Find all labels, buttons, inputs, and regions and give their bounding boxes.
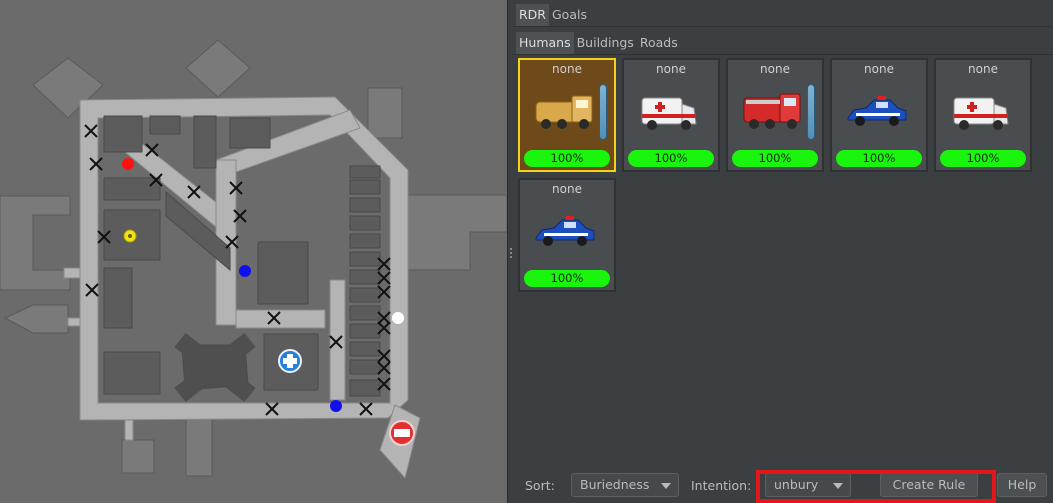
- health-badge: 100%: [524, 270, 610, 287]
- building: [349, 359, 381, 375]
- building: [103, 267, 133, 329]
- building: [349, 233, 381, 249]
- health-badge: 100%: [524, 150, 610, 167]
- building: [349, 379, 381, 397]
- agent-name: none: [552, 62, 582, 76]
- building: [193, 115, 217, 169]
- water-level-bar: [599, 84, 607, 140]
- help-button[interactable]: Help: [997, 473, 1047, 497]
- control-panel: RDR Goals Humans Buildings Roads none 10…: [513, 0, 1053, 503]
- splitter-grip[interactable]: [510, 248, 512, 260]
- building: [149, 115, 181, 135]
- fire-station-icon: [389, 420, 415, 446]
- agent-marker-red: [122, 158, 134, 170]
- road: [63, 267, 81, 279]
- terrain-block: [367, 87, 403, 139]
- intention-label: Intention:: [691, 478, 752, 493]
- building: [103, 351, 161, 395]
- terrain-block: [185, 39, 251, 98]
- health-badge: 100%: [628, 150, 714, 167]
- tab-divider: [513, 26, 1053, 27]
- building: [349, 215, 381, 231]
- building: [103, 177, 161, 201]
- road: [124, 419, 134, 441]
- chevron-down-icon: [661, 483, 671, 489]
- terrain-block: [185, 409, 213, 477]
- building: [349, 179, 381, 195]
- building: [349, 269, 381, 285]
- agent-name: none: [552, 182, 582, 196]
- health-badge: 100%: [732, 150, 818, 167]
- chevron-down-icon: [833, 483, 843, 489]
- agent-card[interactable]: none 100%: [622, 58, 720, 172]
- building: [103, 115, 143, 153]
- agent-name: none: [760, 62, 790, 76]
- terrain-block: [404, 194, 507, 271]
- terrain-block: [121, 439, 155, 474]
- agent-marker-blue: [330, 400, 342, 412]
- health-badge: 100%: [940, 150, 1026, 167]
- agent-card[interactable]: none 100%: [518, 58, 616, 172]
- fire-tanker-icon: [535, 95, 593, 129]
- create-rule-button[interactable]: Create Rule: [880, 473, 978, 497]
- ambulance-icon: [953, 97, 1009, 130]
- building: [349, 165, 381, 179]
- building: [349, 341, 381, 357]
- road: [67, 317, 81, 327]
- water-level-bar: [807, 84, 815, 140]
- agent-marker-blue: [239, 265, 251, 277]
- map-canvas[interactable]: [0, 0, 507, 503]
- terrain-block: [3, 304, 69, 334]
- terrain-block: [0, 195, 71, 291]
- health-badge: 100%: [836, 150, 922, 167]
- sort-dropdown[interactable]: Buriedness: [571, 473, 679, 497]
- agent-card[interactable]: none 100%: [934, 58, 1032, 172]
- police-car-icon: [535, 216, 595, 246]
- ambulance-icon: [641, 97, 697, 130]
- sub-tabbar: Humans Buildings Roads: [516, 32, 681, 54]
- top-tabbar: RDR Goals: [516, 4, 590, 26]
- tab-roads[interactable]: Roads: [637, 32, 681, 54]
- agent-marker-white: [392, 312, 404, 324]
- building: [349, 323, 381, 339]
- building: [349, 305, 381, 321]
- refuge-icon: [278, 349, 302, 373]
- agent-name: none: [864, 62, 894, 76]
- sort-value: Buriedness: [580, 477, 650, 492]
- tab-humans[interactable]: Humans: [516, 32, 574, 54]
- agent-name: none: [968, 62, 998, 76]
- building: [257, 241, 309, 305]
- agent-card[interactable]: none 100%: [518, 178, 616, 292]
- fire-truck-icon: [743, 93, 801, 129]
- map-view[interactable]: [0, 0, 507, 503]
- police-car-icon: [847, 96, 907, 126]
- sort-label: Sort:: [525, 478, 555, 493]
- building: [349, 197, 381, 213]
- bottom-toolbar: Sort: Buriedness Intention: unbury Creat…: [513, 470, 1053, 503]
- agent-card[interactable]: none 100%: [726, 58, 824, 172]
- agent-name: none: [656, 62, 686, 76]
- tab-rdr[interactable]: RDR: [516, 4, 549, 26]
- tab-goals[interactable]: Goals: [549, 4, 590, 26]
- tab-divider: [513, 54, 1053, 55]
- building: [349, 251, 381, 267]
- intention-dropdown[interactable]: unbury: [765, 473, 851, 497]
- building: [229, 117, 271, 149]
- tab-buildings[interactable]: Buildings: [574, 32, 637, 54]
- agent-card[interactable]: none 100%: [830, 58, 928, 172]
- building: [349, 287, 381, 303]
- intention-value: unbury: [774, 477, 819, 492]
